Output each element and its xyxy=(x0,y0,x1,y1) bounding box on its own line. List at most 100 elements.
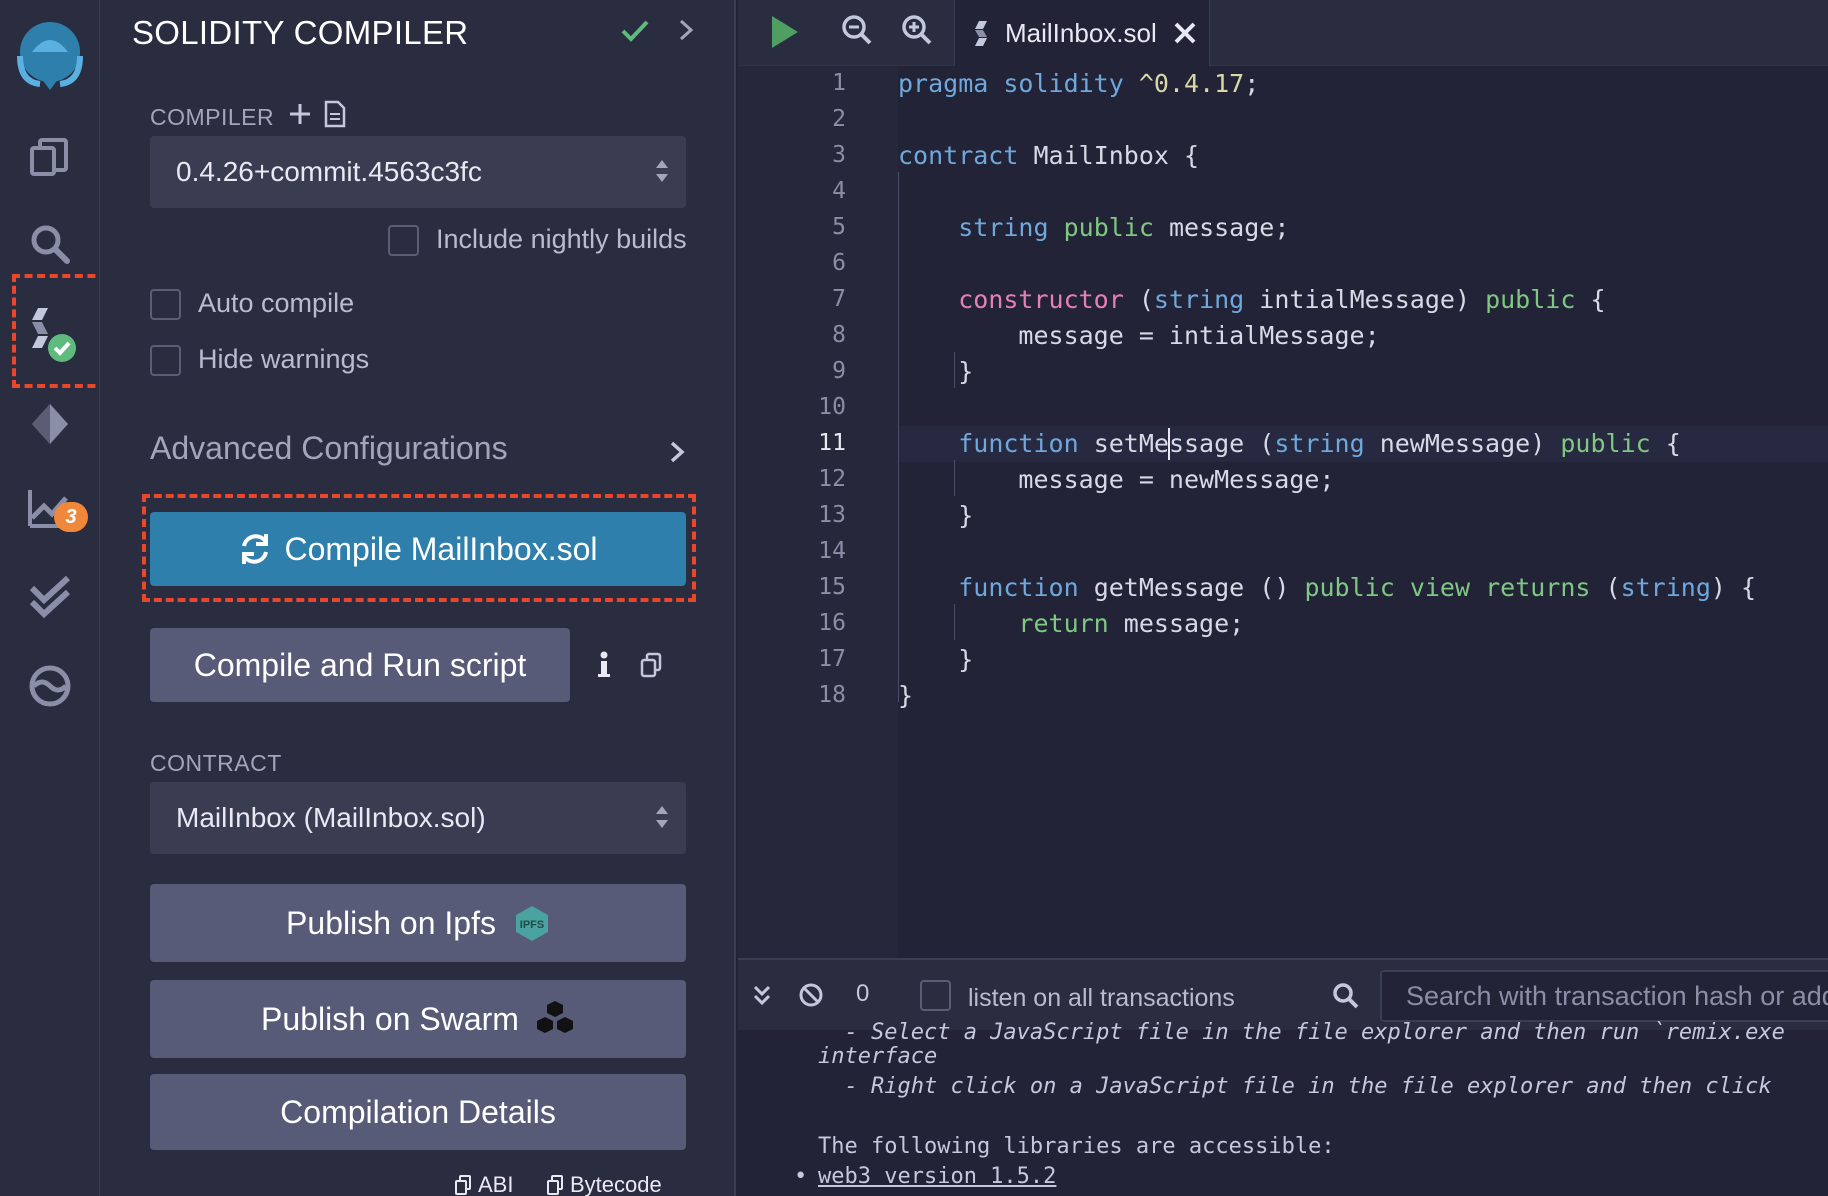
line-number: 11 xyxy=(818,430,846,456)
code-line: } xyxy=(898,681,914,710)
nightly-builds-checkbox[interactable] xyxy=(388,225,419,256)
hide-warnings-label: Hide warnings xyxy=(198,344,370,374)
terminal: 0 listen on all transactions Search with… xyxy=(738,958,1828,1196)
add-compiler-icon[interactable] xyxy=(288,102,312,131)
line-number: 7 xyxy=(832,286,846,312)
code-line: } xyxy=(898,357,974,386)
publish-ipfs-button[interactable]: Publish on Ipfs IPFS xyxy=(150,884,686,962)
testing-icon[interactable] xyxy=(0,568,100,624)
abi-link[interactable]: ABI xyxy=(454,1172,513,1196)
solidity-compiler-panel: SOLIDITY COMPILER COMPILER 0.4.26+commit… xyxy=(100,0,736,1196)
code-line: message = intialMessage; xyxy=(898,321,1380,350)
compilation-details-label: Compilation Details xyxy=(280,1093,556,1130)
plugin-manager-icon[interactable] xyxy=(0,658,100,714)
compiler-version-select[interactable]: 0.4.26+commit.4563c3fc xyxy=(150,136,686,208)
line-number: 10 xyxy=(818,394,846,420)
swarm-logo-icon xyxy=(535,999,575,1039)
compiler-version-value: 0.4.26+commit.4563c3fc xyxy=(176,156,482,187)
hide-warnings-checkbox[interactable] xyxy=(150,345,181,376)
code-line: function setMessage (string newMessage) … xyxy=(958,429,1681,458)
code-area[interactable]: pragma solidity ^0.4.17; contract MailIn… xyxy=(898,66,1828,958)
terminal-line: - Select a JavaScript file in the file e… xyxy=(818,1020,1785,1045)
clear-console-icon[interactable] xyxy=(798,982,824,1013)
select-arrows-icon xyxy=(654,156,670,193)
code-editor: MailInbox.sol 1 2 3 4 5 6 7 8 9 10 11 12… xyxy=(738,0,1828,958)
advanced-configurations-toggle[interactable]: Advanced Configurations xyxy=(150,430,508,467)
code-line: message = newMessage; xyxy=(898,465,1335,494)
contract-select[interactable]: MailInbox (MailInbox.sol) xyxy=(150,782,686,854)
nightly-builds-label: Include nightly builds xyxy=(436,224,687,254)
chevron-right-icon[interactable] xyxy=(668,440,686,469)
line-number: 2 xyxy=(832,106,846,132)
close-icon[interactable] xyxy=(1173,21,1197,45)
contract-value: MailInbox (MailInbox.sol) xyxy=(176,802,486,833)
compile-run-script-button[interactable]: Compile and Run script xyxy=(150,628,570,702)
search-icon[interactable] xyxy=(0,216,100,272)
copy-icon[interactable] xyxy=(640,652,662,683)
code-line: contract MailInbox { xyxy=(898,141,1200,170)
bytecode-link[interactable]: Bytecode xyxy=(546,1172,662,1196)
ipfs-logo-text: IPFS xyxy=(520,919,544,931)
refresh-icon xyxy=(238,532,272,566)
zoom-in-icon[interactable] xyxy=(902,14,932,53)
abi-link-label: ABI xyxy=(478,1172,514,1196)
line-number: 8 xyxy=(832,322,846,348)
auto-compile-checkbox[interactable] xyxy=(150,289,181,320)
contract-label: CONTRACT xyxy=(150,750,282,776)
compilation-details-button[interactable]: Compilation Details xyxy=(150,1074,686,1150)
analysis-badge: 3 xyxy=(54,502,88,532)
panel-title: SOLIDITY COMPILER xyxy=(132,14,469,51)
listen-transactions-label: listen on all transactions xyxy=(968,984,1235,1012)
chevron-double-down-icon[interactable] xyxy=(752,984,772,1011)
file-icon[interactable] xyxy=(324,100,346,133)
analysis-icon[interactable]: 3 xyxy=(0,478,100,538)
editor-tab-bar: MailInbox.sol xyxy=(738,0,1828,66)
auto-compile-label: Auto compile xyxy=(198,288,355,318)
code-line: string public message; xyxy=(958,213,1290,242)
code-line: } xyxy=(898,645,974,674)
line-number: 9 xyxy=(832,358,846,384)
compiler-label: COMPILER xyxy=(150,104,275,130)
check-icon xyxy=(620,16,650,51)
compile-button-label: Compile MailInbox.sol xyxy=(284,530,598,567)
line-number: 15 xyxy=(818,574,846,600)
line-number: 17 xyxy=(818,646,846,672)
remix-ide: 3 SOLIDITY COMPILER COMPILER 0.4.26+comm… xyxy=(0,0,1828,1196)
file-explorer-icon[interactable] xyxy=(0,128,100,184)
copy-icon xyxy=(455,1175,471,1195)
line-number: 4 xyxy=(832,178,846,204)
terminal-line: The following libraries are accessible: xyxy=(818,1134,1335,1159)
code-line: pragma solidity ^0.4.17; xyxy=(898,69,1260,98)
ipfs-logo-icon: IPFS xyxy=(514,904,550,942)
compile-button[interactable]: Compile MailInbox.sol xyxy=(150,512,686,586)
web3-version-link[interactable]: web3 version 1.5.2 xyxy=(818,1164,1056,1189)
icon-rail: 3 xyxy=(0,0,108,1196)
deploy-run-icon[interactable] xyxy=(0,396,100,452)
select-arrows-icon xyxy=(654,802,670,839)
line-number: 16 xyxy=(818,610,846,636)
text-cursor xyxy=(1168,428,1170,460)
line-number: 1 xyxy=(832,70,846,96)
tab-mailinbox[interactable]: MailInbox.sol xyxy=(954,0,1210,66)
line-number: 12 xyxy=(818,466,846,492)
listen-transactions-checkbox[interactable] xyxy=(920,980,951,1011)
copy-icon xyxy=(547,1175,563,1195)
remix-logo-icon[interactable] xyxy=(0,14,100,94)
line-number: 18 xyxy=(818,682,846,708)
line-gutter: 1 2 3 4 5 6 7 8 9 10 11 12 13 14 15 16 1… xyxy=(738,66,898,958)
code-line: return message; xyxy=(1018,609,1245,638)
zoom-out-icon[interactable] xyxy=(842,14,872,53)
bullet: • xyxy=(794,1164,808,1189)
code-line: constructor (string intialMessage) publi… xyxy=(958,285,1606,314)
line-number: 13 xyxy=(818,502,846,528)
line-number: 3 xyxy=(832,142,846,168)
publish-ipfs-label: Publish on Ipfs xyxy=(286,904,496,941)
publish-swarm-button[interactable]: Publish on Swarm xyxy=(150,980,686,1058)
chevron-right-icon[interactable] xyxy=(676,18,696,47)
compile-run-script-label: Compile and Run script xyxy=(193,646,527,683)
info-icon[interactable] xyxy=(596,650,612,685)
code-line: } xyxy=(898,501,974,530)
transaction-search-input[interactable]: Search with transaction hash or address xyxy=(1380,970,1828,1022)
line-number: 5 xyxy=(832,214,846,240)
run-icon[interactable] xyxy=(768,14,800,55)
